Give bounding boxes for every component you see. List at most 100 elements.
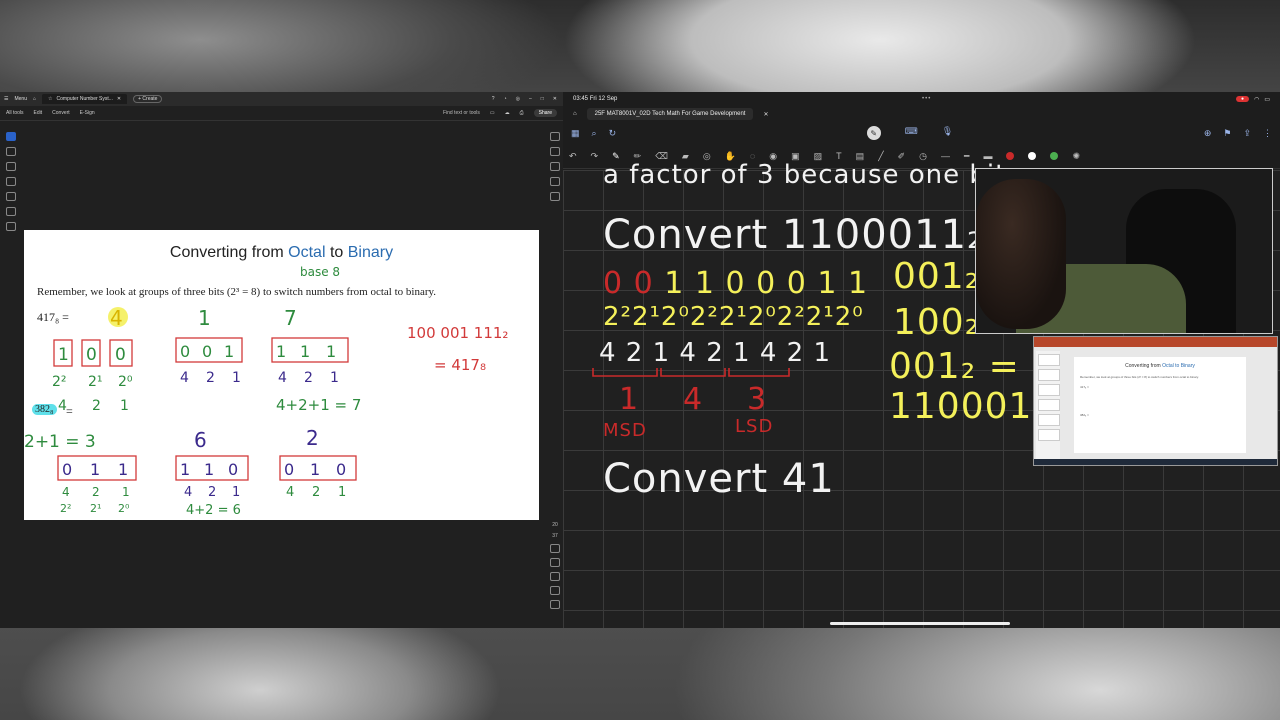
more-icon[interactable]: ⋮ <box>1263 128 1272 139</box>
power-2-0: 2⁰ <box>118 374 133 390</box>
share-button[interactable]: Share <box>533 109 557 117</box>
octal-digit-1: 1 <box>619 382 640 417</box>
text-tool-icon[interactable] <box>6 192 16 201</box>
ai-assistant-icon[interactable] <box>550 132 560 141</box>
bell-icon[interactable]: ◔ <box>504 96 507 102</box>
weight-6-2: 2 <box>208 485 216 500</box>
preview-title: Converting from Octal to Binary <box>1074 363 1246 369</box>
menu-label[interactable]: Menu <box>14 96 27 102</box>
bit-4-a: 1 <box>58 345 69 365</box>
right-tool-rail <box>550 132 560 201</box>
page-down-icon[interactable] <box>550 558 560 567</box>
redo-icon[interactable]: ↷ <box>591 151 599 162</box>
weight-3-4: 4 <box>62 485 70 499</box>
pdf-tabbar: ☰ Menu ⌂ ☆ Computer Number Syst... ✕ + C… <box>0 92 563 106</box>
home-icon[interactable]: ⌂ <box>33 96 36 102</box>
zoom-tool-icon[interactable] <box>6 147 16 156</box>
close-tab-icon[interactable]: ✕ <box>117 96 121 102</box>
notes-top-toolbar: ▦ ⌕ ↻ ✎ ⌨ 🎙︎ ⊕ ⚑ ⇪ ⋮ <box>563 122 1280 144</box>
bit-1-b: 0 <box>202 342 212 361</box>
page-up-icon[interactable] <box>550 544 560 553</box>
help-icon[interactable]: ? <box>492 96 495 102</box>
keyboard-icon[interactable]: ⌨ <box>905 126 918 140</box>
preview-body: Remember, we look at groups of three bit… <box>1080 375 1199 379</box>
power-2-2: 2² <box>52 374 67 390</box>
bit-1-c: 1 <box>224 342 234 361</box>
pdf-menubar: All tools Edit Convert E-Sign Find text … <box>0 106 563 121</box>
weight-2-2: 2 <box>312 485 320 500</box>
color-picker-icon[interactable]: ✺ <box>1072 151 1080 162</box>
minimize-icon[interactable]: – <box>529 96 532 102</box>
close-notebook-icon[interactable]: ✕ <box>763 111 768 118</box>
document-tab[interactable]: ☆ Computer Number Syst... ✕ <box>42 94 128 104</box>
cloud-icon[interactable]: ☁ <box>505 110 510 116</box>
search-icon[interactable]: ⌕ <box>592 128 597 139</box>
presentation-preview: Converting from Octal to Binary Remember… <box>1033 336 1278 466</box>
grid-view-icon[interactable]: ▦ <box>571 128 580 139</box>
page-nav-rail: 20 37 <box>550 522 560 609</box>
window-controls: ? ◔ ◎ – □ ✕ <box>492 96 563 102</box>
note-top-line: a factor of 3 because one bit <box>603 160 1007 190</box>
home-icon[interactable]: ⌂ <box>573 111 577 117</box>
sum-3: 2+1 = 3 <box>24 432 96 452</box>
color-red-swatch[interactable] <box>1006 152 1015 160</box>
bits-row: 0 0 1 1 0 0 0 1 1 <box>603 266 868 301</box>
weight-1-2: 2 <box>206 370 215 386</box>
undo-icon[interactable]: ↶ <box>569 151 577 162</box>
color-white-swatch[interactable] <box>1028 152 1037 160</box>
bookmark-panel-icon[interactable] <box>550 162 560 171</box>
save-icon[interactable]: ▭ <box>490 110 495 116</box>
close-window-icon[interactable]: ✕ <box>553 96 557 102</box>
draw-tool-icon[interactable] <box>6 177 16 186</box>
bit-6-c: 0 <box>228 460 238 479</box>
menu-convert[interactable]: Convert <box>52 110 70 116</box>
account-icon[interactable]: ◎ <box>516 96 520 102</box>
weight-7-1: 1 <box>330 370 339 386</box>
bit-4-c: 0 <box>115 345 126 365</box>
document-tab-title: Computer Number Syst... <box>56 96 113 102</box>
home-indicator-bar[interactable] <box>830 622 1010 625</box>
pen-mode-icon[interactable]: ✎ <box>866 126 881 140</box>
create-button[interactable]: + Create <box>133 95 163 103</box>
battery-icon: ▭ <box>1264 96 1270 103</box>
add-page-icon[interactable]: ⊕ <box>1204 128 1212 139</box>
bookmark-icon[interactable]: ⚑ <box>1223 128 1231 139</box>
weight-7-2: 2 <box>304 370 313 386</box>
lsd-label: LSD <box>735 416 774 437</box>
comments-panel-icon[interactable] <box>550 147 560 156</box>
weight-2-1: 1 <box>338 485 346 500</box>
thumbnails-icon[interactable] <box>550 177 560 186</box>
msd-label: MSD <box>603 420 647 441</box>
slide-annotations: base 8 4 1 7 1 0 0 2² 2¹ 2⁰ 4 2 1 0 0 1 … <box>24 265 508 518</box>
maximize-icon[interactable]: □ <box>541 96 544 102</box>
comment-tool-icon[interactable] <box>6 162 16 171</box>
microphone-icon[interactable]: 🎙︎ <box>942 126 953 140</box>
select-tool-icon[interactable] <box>6 132 16 141</box>
more-tools-icon[interactable] <box>6 222 16 231</box>
notebook-tab[interactable]: 25F MAT8001V_02D Tech Math For Game Deve… <box>586 108 754 120</box>
find-tools-search[interactable]: Find text or tools <box>443 110 480 116</box>
layers-icon[interactable] <box>550 192 560 201</box>
multitask-dots-icon[interactable]: ••• <box>922 96 931 102</box>
menu-edit[interactable]: Edit <box>34 110 43 116</box>
zoom-in-icon[interactable] <box>550 586 560 595</box>
webcam-overlay <box>975 168 1273 334</box>
hamburger-menu-icon[interactable]: ☰ <box>4 96 8 102</box>
color-green-swatch[interactable] <box>1050 152 1059 160</box>
print-icon[interactable]: ⎙ <box>520 110 524 116</box>
padding-zeros: 0 0 <box>603 266 654 301</box>
menu-all-tools[interactable]: All tools <box>6 110 24 116</box>
menu-esign[interactable]: E-Sign <box>80 110 95 116</box>
zoom-out-icon[interactable] <box>550 600 560 609</box>
weight-6-4: 4 <box>184 485 192 500</box>
mode-group: ✎ ⌨ 🎙︎ <box>866 126 953 140</box>
stamp-tool-icon[interactable] <box>6 207 16 216</box>
weight-1: 1 <box>120 398 129 414</box>
ios-status-bar: 03:45 Fri 12 Sep ••• ● ◠ ▭ <box>563 92 1280 106</box>
weight-3-2: 2 <box>92 485 100 499</box>
share-link-icon[interactable]: ↻ <box>609 128 617 139</box>
export-icon[interactable]: ⇪ <box>1243 128 1251 139</box>
refresh-icon[interactable] <box>550 572 560 581</box>
bit-6-a: 1 <box>180 460 190 479</box>
star-icon[interactable]: ☆ <box>48 96 52 102</box>
